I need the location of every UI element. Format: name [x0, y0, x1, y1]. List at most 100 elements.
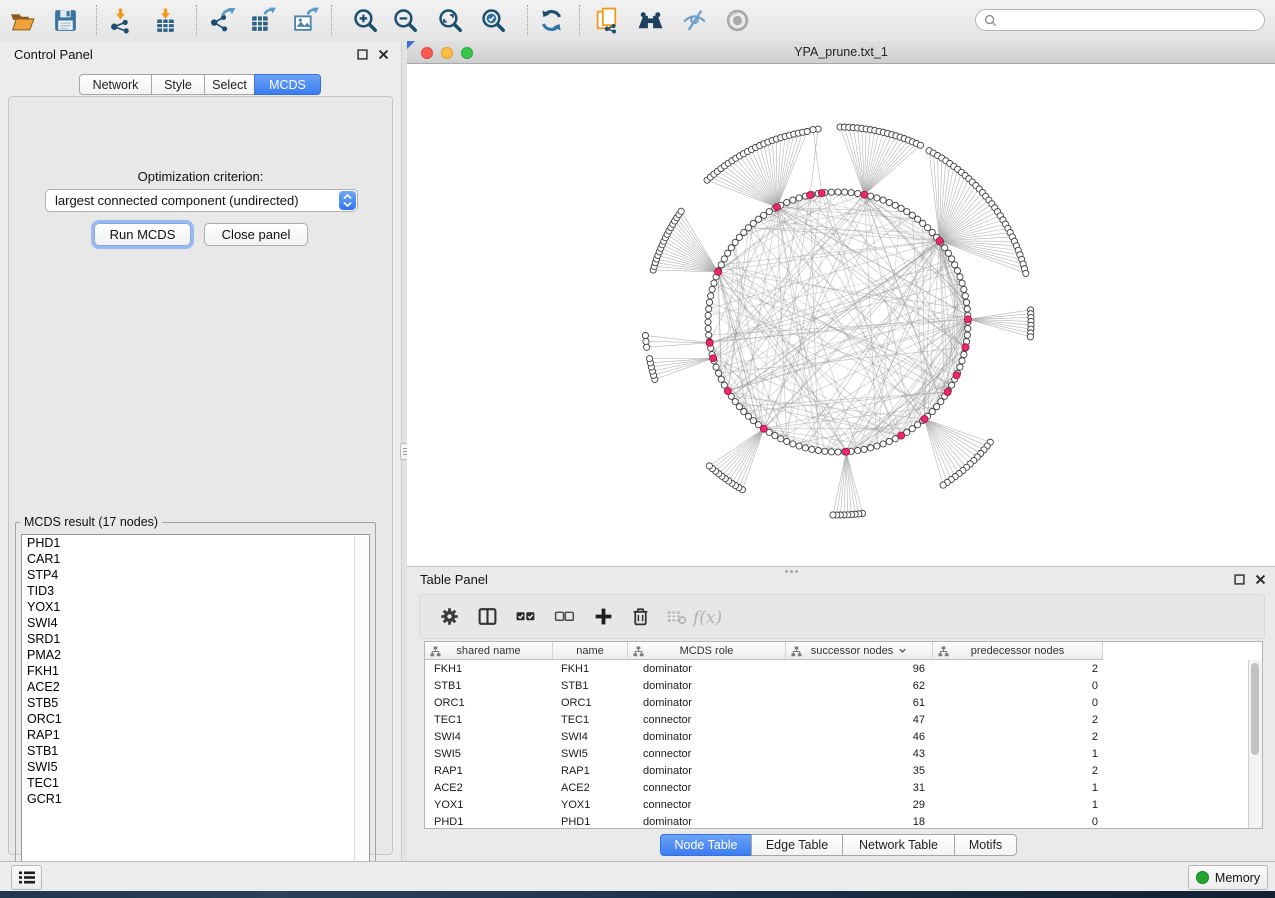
network-node[interactable]: [957, 274, 963, 280]
network-node[interactable]: [643, 338, 649, 344]
network-node[interactable]: [715, 370, 721, 376]
network-node[interactable]: [755, 216, 761, 222]
network-node[interactable]: [909, 212, 915, 218]
run-mcds-button[interactable]: Run MCDS: [94, 223, 191, 246]
table-row[interactable]: STB1STB1dominator620: [425, 677, 1262, 694]
mcds-result-item[interactable]: TEC1: [22, 775, 369, 791]
network-node[interactable]: [1023, 270, 1029, 276]
network-node[interactable]: [709, 286, 715, 292]
network-from-selection-button[interactable]: [588, 3, 626, 37]
table-row[interactable]: PHD1PHD1dominator180: [425, 813, 1262, 830]
mcds-node[interactable]: [807, 192, 814, 199]
network-node[interactable]: [790, 441, 796, 447]
network-node[interactable]: [706, 332, 712, 338]
network-node[interactable]: [949, 256, 955, 262]
network-node[interactable]: [957, 364, 963, 370]
network-node[interactable]: [725, 250, 731, 256]
network-node[interactable]: [959, 358, 965, 364]
zoom-selected-button[interactable]: [474, 3, 512, 37]
network-node[interactable]: [855, 190, 861, 196]
mcds-result-item[interactable]: TID3: [22, 583, 369, 599]
mcds-node[interactable]: [964, 316, 971, 323]
network-node[interactable]: [772, 433, 778, 439]
mcds-result-item[interactable]: GCR1: [22, 791, 369, 807]
mcds-node[interactable]: [953, 372, 960, 379]
network-node[interactable]: [761, 212, 767, 218]
tab-motifs[interactable]: Motifs: [954, 834, 1017, 856]
network-node[interactable]: [706, 306, 712, 312]
network-node[interactable]: [728, 245, 734, 251]
import-table-button[interactable]: [146, 3, 184, 37]
network-node[interactable]: [804, 128, 810, 134]
mcds-node[interactable]: [898, 432, 905, 439]
export-image-button[interactable]: [286, 3, 324, 37]
network-node[interactable]: [945, 250, 951, 256]
network-node[interactable]: [706, 463, 712, 469]
hide-selected-button[interactable]: [675, 3, 713, 37]
network-node[interactable]: [809, 446, 815, 452]
tab-style[interactable]: Style: [151, 74, 205, 95]
network-node[interactable]: [766, 209, 772, 215]
tab-network-table[interactable]: Network Table: [842, 834, 955, 856]
network-node[interactable]: [1027, 334, 1033, 340]
column-header-shared-name[interactable]: shared name: [425, 642, 553, 660]
mcds-node[interactable]: [861, 191, 868, 198]
mcds-node[interactable]: [724, 388, 731, 395]
network-node[interactable]: [705, 319, 711, 325]
network-node[interactable]: [914, 422, 920, 428]
network-node[interactable]: [706, 299, 712, 305]
network-node[interactable]: [940, 482, 946, 488]
mcds-result-item[interactable]: YOX1: [22, 599, 369, 615]
network-node[interactable]: [790, 197, 796, 203]
network-node[interactable]: [721, 256, 727, 262]
mcds-result-item[interactable]: STB1: [22, 743, 369, 759]
network-node[interactable]: [949, 382, 955, 388]
network-node[interactable]: [874, 443, 880, 449]
network-node[interactable]: [917, 142, 923, 148]
open-file-button[interactable]: [3, 3, 41, 37]
mcds-node[interactable]: [706, 339, 713, 346]
mcds-result-item[interactable]: ORC1: [22, 711, 369, 727]
column-header-predecessor-nodes[interactable]: predecessor nodes: [933, 642, 1103, 660]
export-network-button[interactable]: [203, 3, 241, 37]
tab-node-table[interactable]: Node Table: [660, 834, 752, 856]
network-node[interactable]: [796, 195, 802, 201]
mcds-node[interactable]: [760, 425, 767, 432]
tab-select[interactable]: Select: [204, 74, 255, 95]
add-column-button[interactable]: [588, 603, 618, 630]
mcds-node[interactable]: [715, 268, 722, 275]
toggle-columns-button[interactable]: [472, 603, 502, 630]
network-node[interactable]: [828, 449, 834, 455]
mcds-node[interactable]: [843, 448, 850, 455]
network-node[interactable]: [898, 205, 904, 211]
mcds-node[interactable]: [710, 355, 717, 362]
mcds-node[interactable]: [818, 190, 825, 197]
tab-network[interactable]: Network: [79, 74, 152, 95]
network-node[interactable]: [705, 325, 711, 331]
import-network-button[interactable]: [101, 3, 139, 37]
network-node[interactable]: [841, 189, 847, 195]
table-settings-button[interactable]: [434, 603, 464, 630]
apply-layout-button[interactable]: [532, 3, 570, 37]
network-node[interactable]: [810, 127, 816, 133]
network-node[interactable]: [732, 398, 738, 404]
table-row[interactable]: ORC1ORC1dominator610: [425, 694, 1262, 711]
mcds-node[interactable]: [944, 389, 951, 396]
zoom-out-button[interactable]: [386, 3, 424, 37]
network-node[interactable]: [867, 193, 873, 199]
mcds-node[interactable]: [962, 344, 969, 351]
network-node[interactable]: [952, 262, 958, 268]
network-node[interactable]: [642, 332, 648, 338]
network-node[interactable]: [861, 446, 867, 452]
mcds-node[interactable]: [773, 204, 780, 211]
float-panel-icon[interactable]: [356, 48, 368, 60]
network-node[interactable]: [964, 332, 970, 338]
network-node[interactable]: [848, 190, 854, 196]
close-table-panel-icon[interactable]: [1254, 573, 1266, 585]
select-all-button[interactable]: [510, 603, 540, 630]
network-node[interactable]: [892, 202, 898, 208]
export-table-button[interactable]: [243, 3, 281, 37]
first-neighbors-button[interactable]: [631, 3, 669, 37]
mcds-result-item[interactable]: SWI4: [22, 615, 369, 631]
network-node[interactable]: [963, 299, 969, 305]
